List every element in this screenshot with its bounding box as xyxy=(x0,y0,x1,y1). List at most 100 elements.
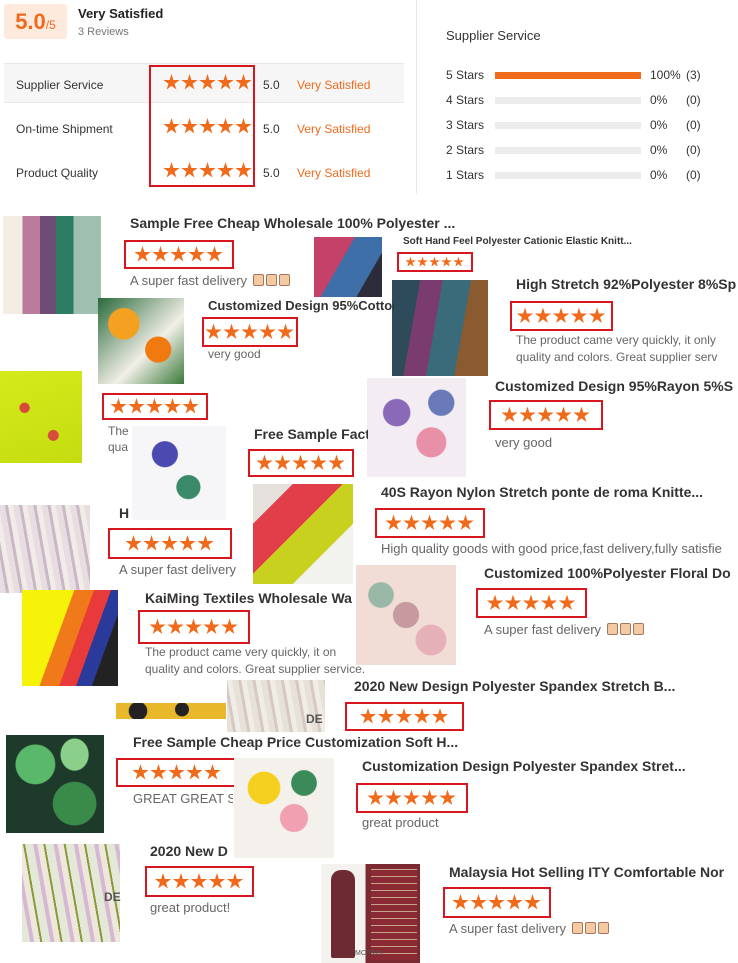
product-thumbnail[interactable] xyxy=(6,735,104,833)
product-title[interactable]: 2020 New Design Polyester Spandex Stretc… xyxy=(354,678,694,694)
star-icon xyxy=(501,406,518,422)
distribution-row-5[interactable]: 5 Stars 100% (3) xyxy=(446,68,736,86)
thumbs-up-icon xyxy=(278,274,290,286)
distribution-label: 2 Stars xyxy=(446,143,485,157)
star-rating xyxy=(149,618,239,636)
distribution-bar xyxy=(495,72,641,79)
overall-score-max: /5 xyxy=(45,18,56,32)
fabric-pattern xyxy=(371,868,417,960)
distribution-bar-fill xyxy=(495,72,641,79)
star-icon xyxy=(125,535,142,551)
review-stars-box xyxy=(202,317,298,347)
star-icon xyxy=(405,256,416,267)
star-icon xyxy=(134,246,151,262)
category-label: Supplier Service xyxy=(16,78,104,92)
star-icon xyxy=(221,618,238,634)
review-comment: The product came very quickly, it on xyxy=(145,645,337,659)
product-title[interactable]: H xyxy=(119,505,133,521)
star-rating xyxy=(501,406,591,424)
product-thumbnail-leopard[interactable] xyxy=(116,703,226,719)
product-title[interactable]: 2020 New D xyxy=(150,843,232,859)
distribution-bar xyxy=(495,147,641,154)
category-score: 5.0 xyxy=(263,122,280,136)
thumbs-up-icon xyxy=(584,922,596,934)
product-thumbnail[interactable] xyxy=(234,758,334,858)
product-thumbnail[interactable] xyxy=(22,590,118,686)
product-title[interactable]: Customized Design 95%Cotton xyxy=(208,298,394,313)
product-title[interactable]: Customized 100%Polyester Floral Do xyxy=(484,565,738,581)
satisfaction-label: Very Satisfied xyxy=(78,6,164,21)
star-icon xyxy=(167,618,184,634)
star-icon xyxy=(204,764,221,780)
product-thumbnail[interactable] xyxy=(356,565,456,665)
review-stars-box xyxy=(489,400,603,430)
product-title[interactable]: Customized Design 95%Rayon 5%S xyxy=(495,378,738,394)
product-thumbnail[interactable] xyxy=(367,378,466,477)
star-icon xyxy=(453,256,464,267)
star-icon xyxy=(488,894,505,910)
star-icon xyxy=(385,789,402,805)
star-rating xyxy=(405,256,465,268)
review-comment: A super fast delivery xyxy=(130,273,310,288)
product-title[interactable]: Customization Design Polyester Spandex S… xyxy=(362,758,702,774)
product-thumbnail[interactable] xyxy=(0,505,90,593)
review-stars-box xyxy=(102,393,208,420)
star-icon xyxy=(110,398,127,414)
distribution-row-2[interactable]: 2 Stars 0% (0) xyxy=(446,143,736,161)
thumbs-up-icon xyxy=(632,623,644,635)
star-icon xyxy=(256,454,273,470)
product-title[interactable]: KaiMing Textiles Wholesale Wa xyxy=(145,590,353,606)
reviews-panel: 5.0/5 Very Satisfied 3 Reviews Supplier … xyxy=(0,0,738,963)
star-rating xyxy=(134,246,224,263)
review-count[interactable]: 3 Reviews xyxy=(78,26,129,38)
star-rating xyxy=(205,323,295,341)
review-comment: GREAT GREAT S xyxy=(133,791,233,806)
star-icon xyxy=(206,246,223,262)
star-icon xyxy=(149,618,166,634)
star-icon xyxy=(367,789,384,805)
star-icon xyxy=(292,454,309,470)
product-title[interactable]: Malaysia Hot Selling ITY Comfortable Nor xyxy=(449,864,738,880)
product-title[interactable]: Free Sample Cheap Price Customization So… xyxy=(133,734,473,750)
product-thumbnail[interactable] xyxy=(392,280,488,376)
distribution-count: (0) xyxy=(686,93,701,107)
star-icon xyxy=(186,764,203,780)
star-icon xyxy=(377,708,395,724)
product-thumbnail[interactable] xyxy=(98,298,184,384)
product-title[interactable]: Free Sample Fact xyxy=(254,426,368,442)
distribution-percent: 0% xyxy=(650,118,668,132)
product-thumbnail[interactable] xyxy=(3,216,101,314)
product-thumbnail[interactable] xyxy=(253,484,353,584)
product-title[interactable]: Sample Free Cheap Wholesale 100% Polyest… xyxy=(130,215,470,231)
star-icon xyxy=(208,873,226,889)
distribution-percent: 100% xyxy=(650,68,681,82)
product-title[interactable]: High Stretch 92%Polyester 8%Sp xyxy=(516,276,738,292)
distribution-bar xyxy=(495,97,641,104)
star-icon xyxy=(328,454,345,470)
distribution-percent: 0% xyxy=(650,168,668,182)
thumbnail-tag: DE xyxy=(306,712,323,726)
star-icon xyxy=(504,594,522,610)
distribution-row-3[interactable]: 3 Stars 0% (0) xyxy=(446,118,736,136)
distribution-count: (3) xyxy=(686,68,701,82)
distribution-label: 5 Stars xyxy=(446,68,485,82)
distribution-row-1[interactable]: 1 Stars 0% (0) xyxy=(446,168,736,186)
distribution-row-4[interactable]: 4 Stars 0% (0) xyxy=(446,93,736,111)
distribution-label: 3 Stars xyxy=(446,118,485,132)
product-thumbnail[interactable] xyxy=(314,237,382,297)
star-icon xyxy=(413,708,431,724)
product-thumbnail[interactable] xyxy=(132,426,226,520)
star-icon xyxy=(197,535,214,551)
star-rating xyxy=(385,514,475,532)
product-thumbnail[interactable] xyxy=(0,371,82,463)
product-title[interactable]: 40S Rayon Nylon Stretch ponte de roma Kn… xyxy=(381,484,721,500)
product-thumbnail[interactable]: MCP915 xyxy=(321,864,420,963)
star-icon xyxy=(143,535,160,551)
star-icon xyxy=(132,764,149,780)
star-icon xyxy=(241,323,258,339)
product-title[interactable]: Soft Hand Feel Polyester Cationic Elasti… xyxy=(403,236,635,247)
star-icon xyxy=(274,454,291,470)
distribution-count: (0) xyxy=(686,168,701,182)
star-icon xyxy=(439,789,456,805)
star-icon xyxy=(152,246,169,262)
